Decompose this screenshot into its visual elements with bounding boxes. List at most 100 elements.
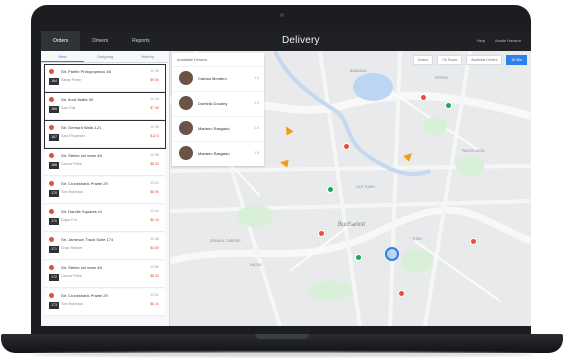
- driver-location-arrow[interactable]: [279, 158, 289, 168]
- order-status-icon: [49, 153, 54, 158]
- order-address: Str. Jameson Track Suite 174: [61, 237, 114, 242]
- avatar: [179, 146, 193, 160]
- order-address: Str. Arod Watts 39: [61, 97, 94, 102]
- order-row[interactable]: Str. Jameson Track Suite 174 Chad Stewar…: [45, 233, 165, 260]
- filter-on-route[interactable]: On Route: [437, 55, 463, 65]
- user-menu[interactable]: Austin Hanson: [495, 31, 521, 51]
- filter-available-drivers[interactable]: Available Drivers: [466, 55, 503, 65]
- driver-name: Mariano Rasgado: [198, 151, 230, 156]
- map-area-label: TITAN: [412, 237, 422, 241]
- tab-outgoing[interactable]: Outgoing: [84, 51, 127, 62]
- order-row[interactable]: Str. Pantin Protopopescu 46 Sandy Porter…: [44, 64, 166, 93]
- order-row[interactable]: Str. Arod Watts 39 Sam Rail 169 12:34 $7…: [44, 92, 166, 121]
- filter-orders[interactable]: Orders: [412, 55, 434, 65]
- order-row[interactable]: Str. Stefan cel mare 48 Camus Pelee 172 …: [45, 261, 165, 288]
- order-time: 12:42: [150, 209, 159, 213]
- top-bar: Orders Drivers Reports Delivery Help Aus…: [41, 31, 531, 51]
- order-id-badge: 170: [49, 218, 59, 225]
- driver-location-pin[interactable]: [446, 103, 451, 108]
- park-west: [237, 205, 273, 227]
- order-time: 12:52: [150, 293, 159, 297]
- driver-distance: 1.6: [254, 126, 259, 130]
- order-address: Str. Gerhard Walls 121: [61, 125, 102, 130]
- customer-name: Chad Stewart: [61, 246, 83, 250]
- order-id-badge: 173: [49, 302, 59, 309]
- driver-name: Mariano Rasgado: [198, 126, 230, 131]
- help-link[interactable]: Help: [477, 31, 485, 51]
- order-status-icon: [49, 237, 54, 242]
- order-location-pin[interactable]: [319, 231, 324, 236]
- selected-location-marker[interactable]: [385, 247, 399, 261]
- nav-drivers[interactable]: Drivers: [80, 31, 120, 51]
- driver-distance: 1.8: [254, 151, 259, 155]
- map-area-label: PANTELIMON: [462, 149, 485, 153]
- driver-row[interactable]: Mariano Rasgado 1.6: [172, 116, 264, 141]
- order-row[interactable]: Str. Crookshank Prairie 29 Tom Robinson …: [45, 289, 165, 316]
- customer-name: Sandy Porter: [61, 78, 82, 82]
- order-amount: $7.45: [150, 106, 159, 110]
- park-south: [308, 281, 352, 301]
- order-amount: $8.30: [150, 162, 159, 166]
- order-row[interactable]: Str. Gerhard Walls 121 Sara Fitzgerald 1…: [44, 120, 166, 149]
- avatar: [179, 121, 193, 135]
- map-area-label: DRUMUL TABEREI: [210, 239, 241, 243]
- camera-icon: [280, 13, 284, 17]
- order-id-badge: 168: [49, 162, 59, 169]
- driver-row[interactable]: Mariano Rasgado 1.8: [172, 141, 264, 166]
- driver-name: Carlota Montero: [198, 76, 227, 81]
- customer-name: Camus Pelee: [61, 274, 83, 278]
- order-time: 12:35: [150, 125, 159, 129]
- order-status-icon: [49, 97, 54, 102]
- order-row[interactable]: Str. Crookshank Prairie 29 Tom Robinson …: [45, 177, 165, 204]
- tab-history[interactable]: History: [126, 51, 169, 62]
- map-city-label: Bucharest: [338, 222, 366, 228]
- park-east: [456, 156, 484, 176]
- order-list: Str. Pantin Protopopescu 46 Sandy Porter…: [44, 64, 166, 317]
- customer-name: Sam Rail: [61, 106, 76, 110]
- order-amount: $6.10: [150, 302, 159, 306]
- order-amount: $6.90: [150, 190, 159, 194]
- available-drivers-card: Available Drivers Carlota Montero 1.2 Do…: [172, 53, 264, 166]
- driver-location-pin[interactable]: [328, 187, 333, 192]
- map-area-label: OLD TOWN: [356, 185, 375, 189]
- driver-location-pin[interactable]: [356, 255, 361, 260]
- order-address: Str. Crookshank Prairie 29: [61, 293, 108, 298]
- map-area-label: PACEA: [250, 263, 262, 267]
- order-address: Str. Stefan cel mare 48: [61, 265, 102, 270]
- order-status-icon: [49, 265, 54, 270]
- customer-name: Camus Pelee: [61, 162, 83, 166]
- customer-name: Tom Robinson: [61, 190, 84, 194]
- driver-row[interactable]: Dominik Doudny 1.4: [172, 91, 264, 116]
- delivery-map[interactable]: Orders On Route Available Drivers 30 Min…: [170, 51, 531, 326]
- available-drivers-title: Available Drivers: [177, 57, 207, 62]
- tab-new[interactable]: New: [41, 51, 84, 62]
- order-time: 12:30: [150, 69, 159, 73]
- order-location-pin[interactable]: [344, 144, 349, 149]
- order-address: Str. Crookshank Prairie 29: [61, 181, 108, 186]
- order-time: 12:46: [150, 237, 159, 241]
- order-location-pin[interactable]: [399, 291, 404, 296]
- time-filter-button[interactable]: 30 Min: [506, 55, 527, 65]
- customer-name: Tom Robinson: [61, 302, 84, 306]
- park-north: [423, 117, 447, 135]
- order-address: Str. Stefan cel mare 48: [61, 153, 102, 158]
- driver-row[interactable]: Carlota Montero 1.2: [172, 66, 264, 91]
- nav-orders[interactable]: Orders: [41, 31, 81, 51]
- order-status-icon: [49, 209, 54, 214]
- order-row[interactable]: Str. Handle Squares x1 Edgar Fox 170 12:…: [45, 205, 165, 232]
- order-location-pin[interactable]: [471, 239, 476, 244]
- order-row[interactable]: Str. Stefan cel mare 48 Camus Pelee 168 …: [45, 149, 165, 176]
- order-location-pin[interactable]: [421, 95, 426, 100]
- order-amount: $12.6: [150, 134, 159, 138]
- order-id-badge: 170: [49, 190, 59, 197]
- order-address: Str. Handle Squares x1: [61, 209, 103, 214]
- customer-name: Sara Fitzgerald: [61, 134, 85, 138]
- top-right-menu: Help Austin Hanson: [477, 31, 521, 51]
- laptop-notch: [255, 334, 309, 339]
- order-amount: $8.30: [150, 274, 159, 278]
- driver-distance: 1.4: [254, 101, 259, 105]
- nav-reports[interactable]: Reports: [120, 31, 162, 51]
- customer-name: Edgar Fox: [61, 218, 78, 222]
- laptop-shadow: [30, 352, 534, 357]
- driver-distance: 1.2: [254, 76, 259, 80]
